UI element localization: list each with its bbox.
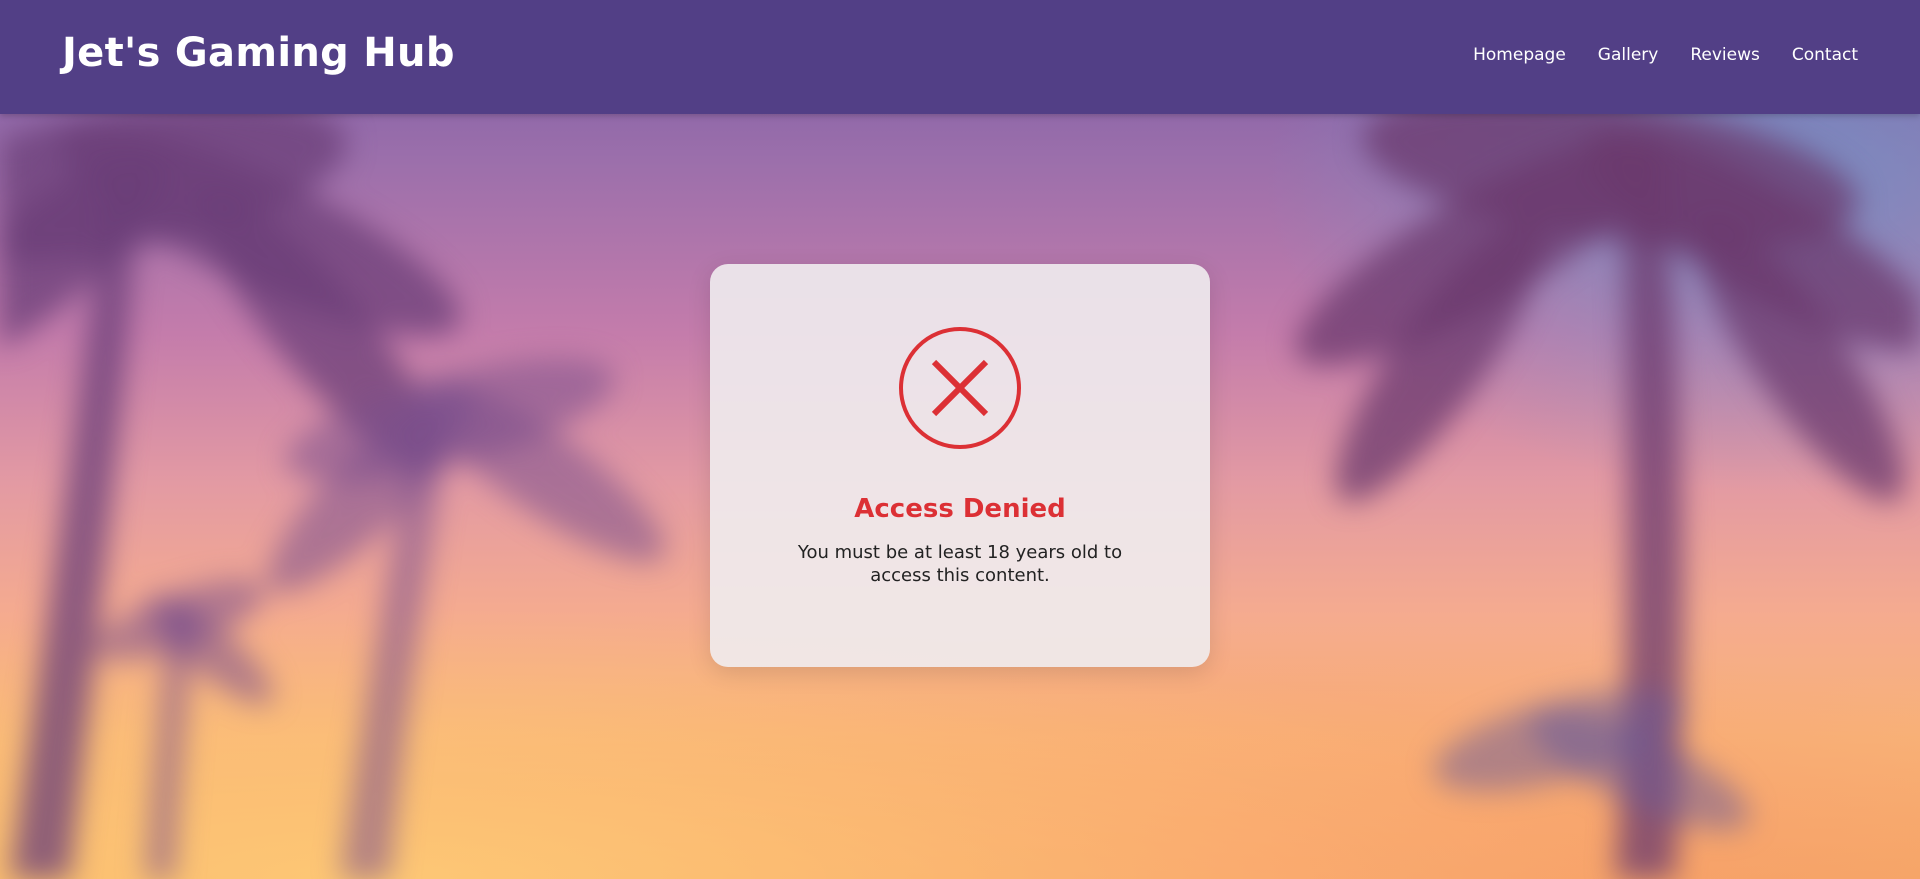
nav-link-reviews[interactable]: Reviews [1690, 45, 1760, 65]
nav-link-homepage[interactable]: Homepage [1473, 45, 1566, 65]
nav-link-contact[interactable]: Contact [1792, 45, 1858, 65]
nav-link-gallery[interactable]: Gallery [1598, 45, 1659, 65]
modal-title: Access Denied [854, 494, 1066, 524]
site-title[interactable]: Jet's Gaming Hub [62, 30, 455, 76]
error-x-circle-icon [899, 327, 1021, 449]
modal-message: You must be at least 18 years old to acc… [797, 542, 1123, 586]
main-navigation: Homepage Gallery Reviews Contact [1473, 45, 1858, 65]
top-navbar: Jet's Gaming Hub Homepage Gallery Review… [0, 0, 1920, 114]
access-denied-modal: Access Denied You must be at least 18 ye… [710, 264, 1210, 667]
